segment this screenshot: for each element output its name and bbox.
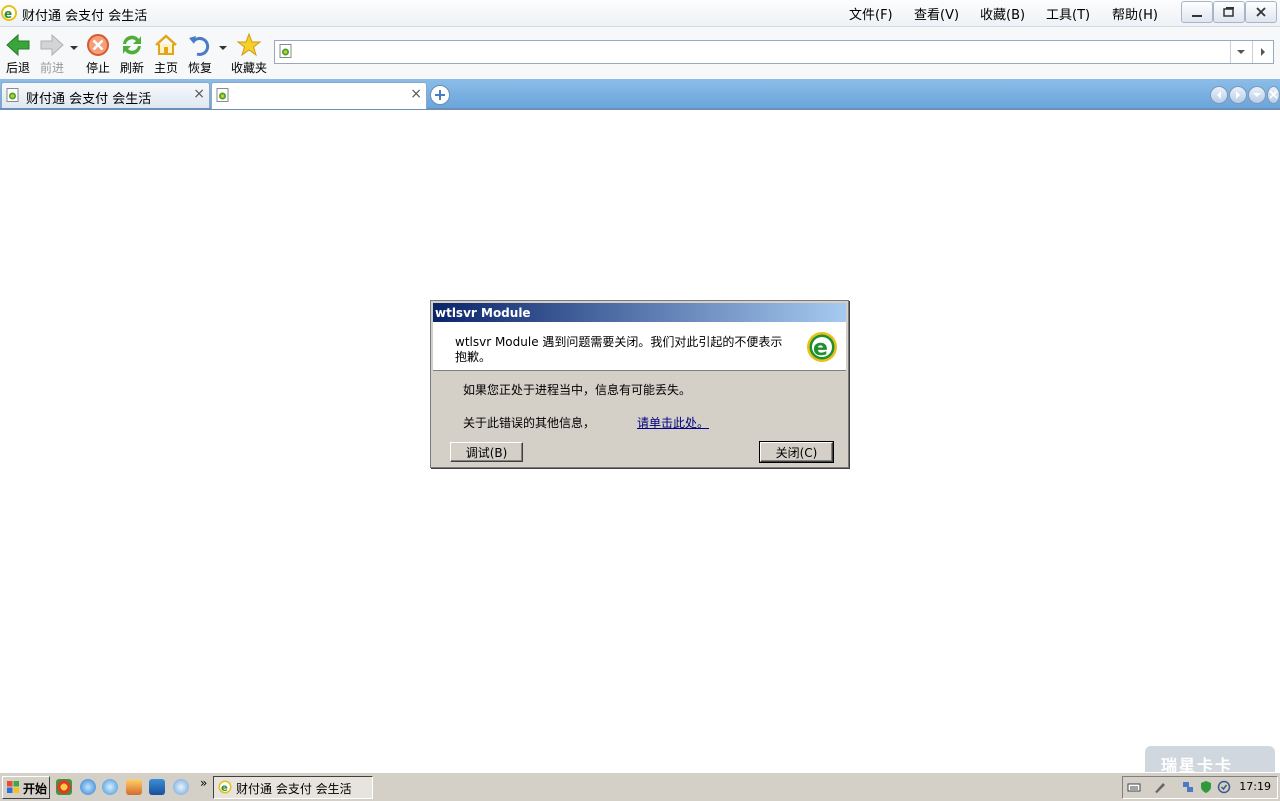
refresh-icon <box>123 35 141 55</box>
close-dialog-button[interactable]: 关闭(C) <box>759 441 834 463</box>
tab-close-icon[interactable]: × <box>410 86 422 102</box>
tab-close-icon[interactable]: × <box>193 86 205 102</box>
system-tray: 17:19 <box>1122 776 1278 799</box>
error-details-link[interactable]: 请单击此处。 <box>637 414 709 431</box>
close-all-tabs-button[interactable] <box>1267 86 1280 104</box>
tabs-scroll-right-button[interactable] <box>1229 86 1247 104</box>
menu-tools[interactable]: 工具(T) <box>1046 4 1090 23</box>
undo-arrow-icon <box>189 36 210 56</box>
chevron-right-icon <box>1236 91 1240 99</box>
restore-window-icon <box>1223 7 1234 17</box>
favorites-label: 收藏夹 <box>230 61 267 75</box>
tab-blank[interactable]: × <box>211 82 427 109</box>
star-icon <box>236 32 262 57</box>
chevron-down-icon <box>1237 50 1245 54</box>
minimize-button[interactable] <box>1181 1 1213 23</box>
forward-label: 前进 <box>39 61 64 75</box>
close-icon <box>1256 7 1266 17</box>
plus-icon <box>435 90 445 100</box>
taskbar-window-button[interactable]: e 财付通 会支付 会生活 <box>213 776 373 799</box>
svg-text:e: e <box>221 783 228 794</box>
keyboard-icon[interactable] <box>1127 780 1141 794</box>
network-icon[interactable] <box>1181 780 1195 794</box>
tab-caifutong[interactable]: 财付通 会支付 会生活 × <box>1 82 210 108</box>
back-arrow-icon <box>6 33 30 57</box>
paint-icon[interactable] <box>126 779 142 795</box>
clock[interactable]: 17:19 <box>1239 780 1271 793</box>
back-button[interactable]: 后退 <box>4 32 32 78</box>
pen-icon[interactable] <box>1153 780 1167 794</box>
messenger-icon[interactable] <box>173 779 189 795</box>
dialog-title: wtlsvr Module <box>435 306 531 320</box>
refresh-button[interactable]: 刷新 <box>118 32 146 78</box>
menu-favorites[interactable]: 收藏(B) <box>980 4 1025 23</box>
minimize-icon <box>1192 15 1202 17</box>
dialog-header: wtlsvr Module 遇到问题需要关闭。我们对此引起的不便表示抱歉。 e <box>433 322 846 371</box>
antivirus-icon[interactable] <box>1199 780 1213 794</box>
debug-button[interactable]: 调试(B) <box>450 442 523 462</box>
window-title: 财付通 会支付 会生活 <box>22 9 148 24</box>
new-tab-button[interactable] <box>430 85 450 105</box>
address-history-dropdown[interactable] <box>1230 41 1251 63</box>
stop-button[interactable]: 停止 <box>84 32 112 78</box>
stop-label: 停止 <box>85 61 110 75</box>
page-icon <box>6 88 19 102</box>
home-icon <box>155 34 177 55</box>
error-dialog: wtlsvr Module wtlsvr Module 遇到问题需要关闭。我们对… <box>430 300 849 468</box>
more-info-text: 关于此错误的其他信息， <box>463 416 596 430</box>
book-icon[interactable] <box>149 779 165 795</box>
back-history-dropdown[interactable] <box>70 46 78 50</box>
chevron-right-icon <box>1261 48 1265 56</box>
security-shield-icon[interactable] <box>1217 780 1231 794</box>
chrome-icon[interactable] <box>56 779 72 795</box>
chevron-left-icon <box>1217 91 1221 99</box>
maximize-button[interactable] <box>1213 1 1245 23</box>
menu-file[interactable]: 文件(F) <box>849 4 893 23</box>
close-window-button[interactable] <box>1245 1 1277 23</box>
page-icon <box>279 44 292 58</box>
dialog-message: wtlsvr Module 遇到问题需要关闭。我们对此引起的不便表示抱歉。 <box>455 335 783 364</box>
refresh-label: 刷新 <box>119 61 144 75</box>
taskbar: 开始 » e 财付通 会支付 会生活 17:19 <box>0 772 1280 801</box>
browser-logo-icon: e <box>1 5 17 21</box>
chevron-down-icon <box>1253 93 1261 97</box>
title-bar: e 财付通 会支付 会生活 文件(F) 查看(V) 收藏(B) 工具(T) 帮助… <box>0 0 1280 27</box>
back-label: 后退 <box>5 61 30 75</box>
globe-icon[interactable] <box>102 779 118 795</box>
home-button[interactable]: 主页 <box>152 32 180 78</box>
dialog-titlebar[interactable]: wtlsvr Module <box>433 303 846 322</box>
ie-icon[interactable] <box>80 779 96 795</box>
address-input[interactable] <box>297 42 1227 60</box>
stop-icon <box>87 34 109 56</box>
address-go-button[interactable] <box>1252 41 1273 63</box>
restore-dropdown[interactable] <box>219 46 227 50</box>
menu-view[interactable]: 查看(V) <box>914 4 959 23</box>
start-button[interactable]: 开始 <box>2 776 50 799</box>
svg-text:e: e <box>813 336 828 361</box>
data-loss-warning: 如果您正处于进程当中，信息有可能丢失。 <box>463 383 692 397</box>
windows-logo-icon <box>7 781 19 793</box>
menu-help[interactable]: 帮助(H) <box>1112 4 1158 23</box>
favorites-button[interactable]: 收藏夹 <box>230 32 268 78</box>
browser-logo-icon: e <box>218 780 232 794</box>
start-label: 开始 <box>23 782 48 796</box>
taskbar-window-label: 财付通 会支付 会生活 <box>236 782 352 796</box>
restore-button[interactable]: 恢复 <box>186 32 214 78</box>
home-label: 主页 <box>153 61 178 75</box>
address-bar[interactable] <box>274 40 1274 64</box>
forward-button[interactable]: 前进 <box>38 32 66 78</box>
tab-label: 财付通 会支付 会生活 <box>26 92 152 107</box>
tab-strip: 财付通 会支付 会生活 × × <box>0 79 1280 110</box>
restore-label: 恢复 <box>187 61 212 75</box>
forward-arrow-icon <box>40 33 64 57</box>
close-icon <box>1269 90 1278 99</box>
svg-text:e: e <box>4 7 12 21</box>
quicklaunch-more-button[interactable]: » <box>200 776 207 790</box>
tabs-scroll-left-button[interactable] <box>1210 86 1228 104</box>
page-icon <box>216 88 229 102</box>
browser-logo-icon: e <box>807 332 837 362</box>
tabs-list-button[interactable] <box>1248 86 1266 104</box>
